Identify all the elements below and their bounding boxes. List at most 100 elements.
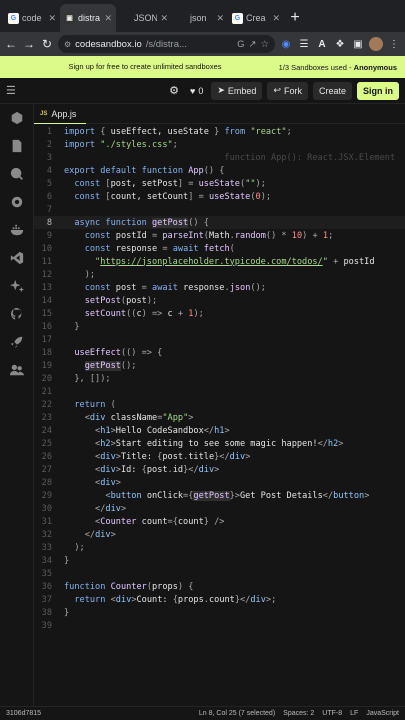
bookmark-star-icon[interactable]: ☆ xyxy=(260,39,269,50)
tab-title: distra xyxy=(78,13,101,23)
code-line[interactable]: 24 <h1>Hello CodeSandbox</h1> xyxy=(34,424,405,437)
code-line[interactable]: 18 useEffect(() => { xyxy=(34,346,405,359)
activity-vscode[interactable] xyxy=(0,244,34,272)
activity-deploy[interactable] xyxy=(0,328,34,356)
activity-search[interactable] xyxy=(0,160,34,188)
line-number: 9 xyxy=(46,230,52,241)
activity-docker[interactable] xyxy=(0,216,34,244)
line-number: 8 xyxy=(46,217,52,228)
code-line[interactable]: 14 setPost(post); xyxy=(34,294,405,307)
back-icon[interactable]: ← xyxy=(4,37,18,51)
code-line[interactable]: 37 return <div>Count: {props.count}</div… xyxy=(34,593,405,606)
browser-tab[interactable]: json ✕ xyxy=(172,4,228,32)
browser-tab[interactable]: G Crea ✕ xyxy=(228,4,284,32)
activity-settings[interactable] xyxy=(0,188,34,216)
site-info-icon[interactable]: ⚙ xyxy=(64,40,71,49)
code-line[interactable]: 27 <div>Id: {post.id}</div> xyxy=(34,463,405,476)
code-line[interactable]: 29 <button onClick={getPost}>Get Post De… xyxy=(34,489,405,502)
code-editor[interactable]: 1 import { useEffect, useState } from "re… xyxy=(34,124,405,706)
tab-close-icon[interactable]: ✕ xyxy=(48,13,56,24)
activity-explorer[interactable] xyxy=(0,132,34,160)
tab-close-icon[interactable]: ✕ xyxy=(272,13,280,24)
share-icon[interactable]: ↗ xyxy=(249,39,257,50)
code-line[interactable]: 36 function Counter(props) { xyxy=(34,580,405,593)
line-number: 35 xyxy=(41,568,52,579)
code-line[interactable]: 8 async function getPost() { xyxy=(34,216,405,229)
browser-menu-icon[interactable]: ⋮ xyxy=(387,37,401,51)
code-line[interactable]: 5 const [post, setPost] = useState(""); xyxy=(34,177,405,190)
fork-label: Fork xyxy=(283,85,302,96)
code-line[interactable]: 13 const post = await response.json(); xyxy=(34,281,405,294)
editor-tab-app-js[interactable]: JS App.js xyxy=(34,104,87,124)
address-bar[interactable]: ⚙ codesandbox.io/s/distra... G ↗ ☆ xyxy=(58,35,275,53)
extensions-puzzle-icon[interactable]: ❖ xyxy=(333,37,347,51)
extension-bars-icon[interactable]: ☰ xyxy=(297,37,311,51)
code-line[interactable]: 7 xyxy=(34,203,405,216)
profile-avatar[interactable] xyxy=(369,37,383,51)
activity-github[interactable] xyxy=(0,300,34,328)
code-line[interactable]: 2 import "./styles.css"; xyxy=(34,138,405,151)
fork-button[interactable]: ↩ Fork xyxy=(267,81,308,100)
code-line[interactable]: 17 xyxy=(34,333,405,346)
code-line[interactable]: 38} xyxy=(34,606,405,619)
language-mode[interactable]: JavaScript xyxy=(366,710,399,717)
code-line[interactable]: 34} xyxy=(34,554,405,567)
sign-in-button[interactable]: Sign in xyxy=(357,81,399,100)
window-split-icon[interactable]: ▣ xyxy=(351,37,365,51)
extension-circle-icon[interactable]: ◉ xyxy=(279,37,293,51)
code-line[interactable]: 26 <div>Title: {post.title}</div> xyxy=(34,450,405,463)
code-line[interactable]: 21 xyxy=(34,385,405,398)
code-line[interactable]: 15 setCount((c) => c + 1); xyxy=(34,307,405,320)
code-line[interactable]: 25 <h2>Start editing to see some magic h… xyxy=(34,437,405,450)
code-line[interactable]: 23 <div className="App"> xyxy=(34,411,405,424)
browser-tab[interactable]: Gcode ✕ xyxy=(4,4,60,32)
create-button[interactable]: Create xyxy=(312,81,352,100)
activity-live[interactable] xyxy=(0,356,34,384)
tab-close-icon[interactable]: ✕ xyxy=(216,13,224,24)
code-text: <Counter count={count} /> xyxy=(95,516,225,527)
code-text: ); xyxy=(84,269,96,280)
like-button[interactable]: ♥ 0 xyxy=(187,82,206,100)
indentation[interactable]: Spaces: 2 xyxy=(283,710,314,717)
code-line[interactable]: 6 const [count, setCount] = useState(0); xyxy=(34,190,405,203)
banner-message[interactable]: Sign up for free to create unlimited san… xyxy=(0,62,230,72)
code-text: const response = await fetch( xyxy=(84,243,235,254)
forward-icon[interactable]: → xyxy=(22,37,36,51)
commit-hash[interactable]: 3106d7815 xyxy=(6,710,41,717)
translate-icon[interactable]: G xyxy=(237,39,244,50)
code-line[interactable]: 3 function App(): React.JSX.Element xyxy=(34,151,405,164)
activity-ai[interactable] xyxy=(0,272,34,300)
tab-close-icon[interactable]: ✕ xyxy=(104,13,112,24)
code-line[interactable]: 33 ); xyxy=(34,541,405,554)
tab-close-icon[interactable]: ✕ xyxy=(160,13,168,24)
code-line[interactable]: 35 xyxy=(34,567,405,580)
code-line[interactable]: 12 ); xyxy=(34,268,405,281)
new-tab-button[interactable]: + xyxy=(284,4,306,32)
code-line[interactable]: 1 import { useEffect, useState } from "re… xyxy=(34,125,405,138)
encoding[interactable]: UTF-8 xyxy=(322,710,342,717)
code-line[interactable]: 11 "https://jsonplaceholder.typicode.com… xyxy=(34,255,405,268)
main-menu-icon[interactable]: ☰ xyxy=(6,84,16,97)
code-line[interactable]: 19 getPost(); xyxy=(34,359,405,372)
code-line[interactable]: 22 return ( xyxy=(34,398,405,411)
extension-a-icon[interactable]: A xyxy=(315,37,329,51)
browser-tab[interactable]: JSON ✕ xyxy=(116,4,172,32)
line-ending[interactable]: LF xyxy=(350,710,358,717)
settings-gear-icon[interactable]: ⚙ xyxy=(166,82,182,100)
reload-icon[interactable]: ↻ xyxy=(40,37,54,51)
code-line[interactable]: 32 </div> xyxy=(34,528,405,541)
code-line[interactable]: 10 const response = await fetch( xyxy=(34,242,405,255)
cursor-position[interactable]: Ln 8, Col 25 (7 selected) xyxy=(199,710,275,717)
code-line[interactable]: 30 </div> xyxy=(34,502,405,515)
code-line[interactable]: 31 <Counter count={count} /> xyxy=(34,515,405,528)
browser-tab[interactable]: ▣ distra ✕ xyxy=(60,4,116,32)
code-line[interactable]: 20 }, []); xyxy=(34,372,405,385)
code-line[interactable]: 39 xyxy=(34,619,405,632)
code-line[interactable]: 16 } xyxy=(34,320,405,333)
code-line[interactable]: 9 const postId = parseInt(Math.random() … xyxy=(34,229,405,242)
code-line[interactable]: 28 <div> xyxy=(34,476,405,489)
code-line[interactable]: 4 export default function App() { xyxy=(34,164,405,177)
embed-button[interactable]: ➤ Embed xyxy=(211,81,263,100)
activity-info[interactable] xyxy=(0,104,34,132)
sandbox-usage: 1/3 Sandboxes used - Anonymous xyxy=(278,62,397,72)
